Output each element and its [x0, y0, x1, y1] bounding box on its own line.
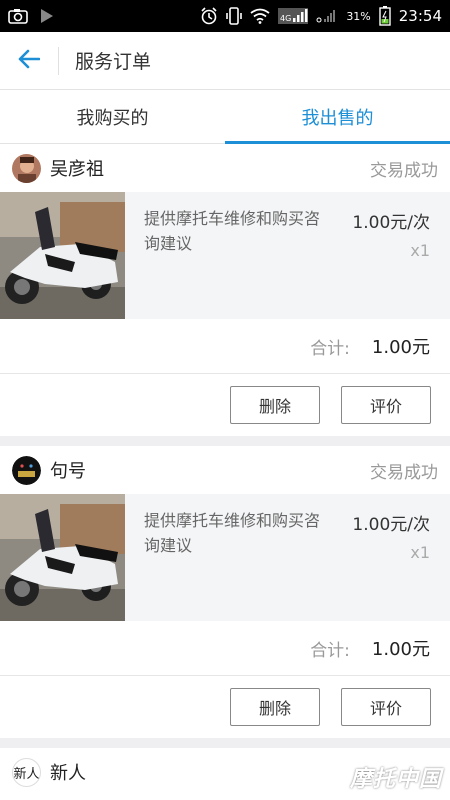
- delete-button[interactable]: 删除: [230, 386, 320, 424]
- item-quantity: x1: [410, 241, 430, 260]
- page-title: 服务订单: [75, 51, 152, 73]
- review-button[interactable]: 评价: [341, 386, 431, 424]
- order-item[interactable]: 提供摩托车维修和购买咨询建议 1.00元/次 x1: [0, 192, 450, 319]
- battery-icon: [379, 6, 391, 26]
- motorbike-logo-icon: [296, 760, 344, 794]
- avatar: [12, 455, 41, 485]
- total-row: 合计: 1.00元: [0, 319, 450, 374]
- back-arrow-icon: [18, 49, 41, 73]
- avatar-text: 新人: [13, 766, 40, 782]
- buyer-name: 新人: [50, 763, 86, 784]
- order-item[interactable]: 提供摩托车维修和购买咨询建议 1.00元/次 x1: [0, 494, 450, 621]
- play-icon: [40, 8, 54, 24]
- avatar: 新人: [12, 757, 41, 787]
- order-header[interactable]: 句号 交易成功: [0, 446, 450, 494]
- order-status: 交易成功: [370, 160, 438, 181]
- vibrate-icon: [226, 7, 243, 25]
- order-card: 吴彦祖 交易成功 提供摩托车维修和购买咨询建议 1.00元/次 x1 合计: 1…: [0, 144, 450, 436]
- back-button[interactable]: [0, 32, 58, 90]
- order-actions: 删除 评价: [0, 374, 450, 436]
- order-status: 交易成功: [370, 462, 438, 483]
- product-thumbnail: [0, 192, 125, 319]
- total-value: 1.00元: [371, 337, 430, 358]
- order-card: 句号 交易成功 提供摩托车维修和购买咨询建议 1.00元/次 x1 合计: 1.…: [0, 446, 450, 738]
- avatar: [12, 153, 41, 183]
- item-price: 1.00元/次: [352, 515, 430, 535]
- review-button[interactable]: 评价: [341, 688, 431, 726]
- buyer-name: 句号: [50, 461, 86, 482]
- buyer-name: 吴彦祖: [50, 159, 104, 180]
- item-quantity: x1: [410, 543, 430, 562]
- total-value: 1.00元: [371, 639, 430, 660]
- tab-sold[interactable]: 我出售的: [225, 90, 450, 144]
- battery-percent: 31%: [346, 9, 371, 23]
- network-label: 4G: [280, 14, 291, 23]
- alarm-icon: [200, 7, 218, 25]
- header-divider: [58, 46, 59, 75]
- screenshot-icon: [8, 8, 28, 24]
- total-label: 合计:: [310, 338, 350, 359]
- order-actions: 删除 评价: [0, 676, 450, 738]
- app-header: 服务订单: [0, 32, 450, 90]
- tab-bought[interactable]: 我购买的: [0, 90, 225, 143]
- order-header[interactable]: 吴彦祖 交易成功: [0, 144, 450, 192]
- watermark-logo: 摩托中国: [296, 760, 442, 794]
- signal-weak-icon: [316, 8, 338, 24]
- watermark-text: 摩托中国: [349, 767, 442, 792]
- product-thumbnail: [0, 494, 125, 621]
- status-bar: 4G 31% 23:54: [0, 0, 450, 32]
- signal-4g-icon: 4G: [278, 8, 309, 24]
- item-price: 1.00元/次: [352, 213, 430, 233]
- wifi-icon: [250, 8, 270, 24]
- item-description: 提供摩托车维修和购买咨询建议: [144, 511, 321, 555]
- item-description: 提供摩托车维修和购买咨询建议: [144, 209, 321, 253]
- total-row: 合计: 1.00元: [0, 621, 450, 676]
- clock: 23:54: [398, 7, 442, 25]
- total-label: 合计:: [310, 640, 350, 661]
- order-tabs: 我购买的 我出售的: [0, 90, 450, 144]
- delete-button[interactable]: 删除: [230, 688, 320, 726]
